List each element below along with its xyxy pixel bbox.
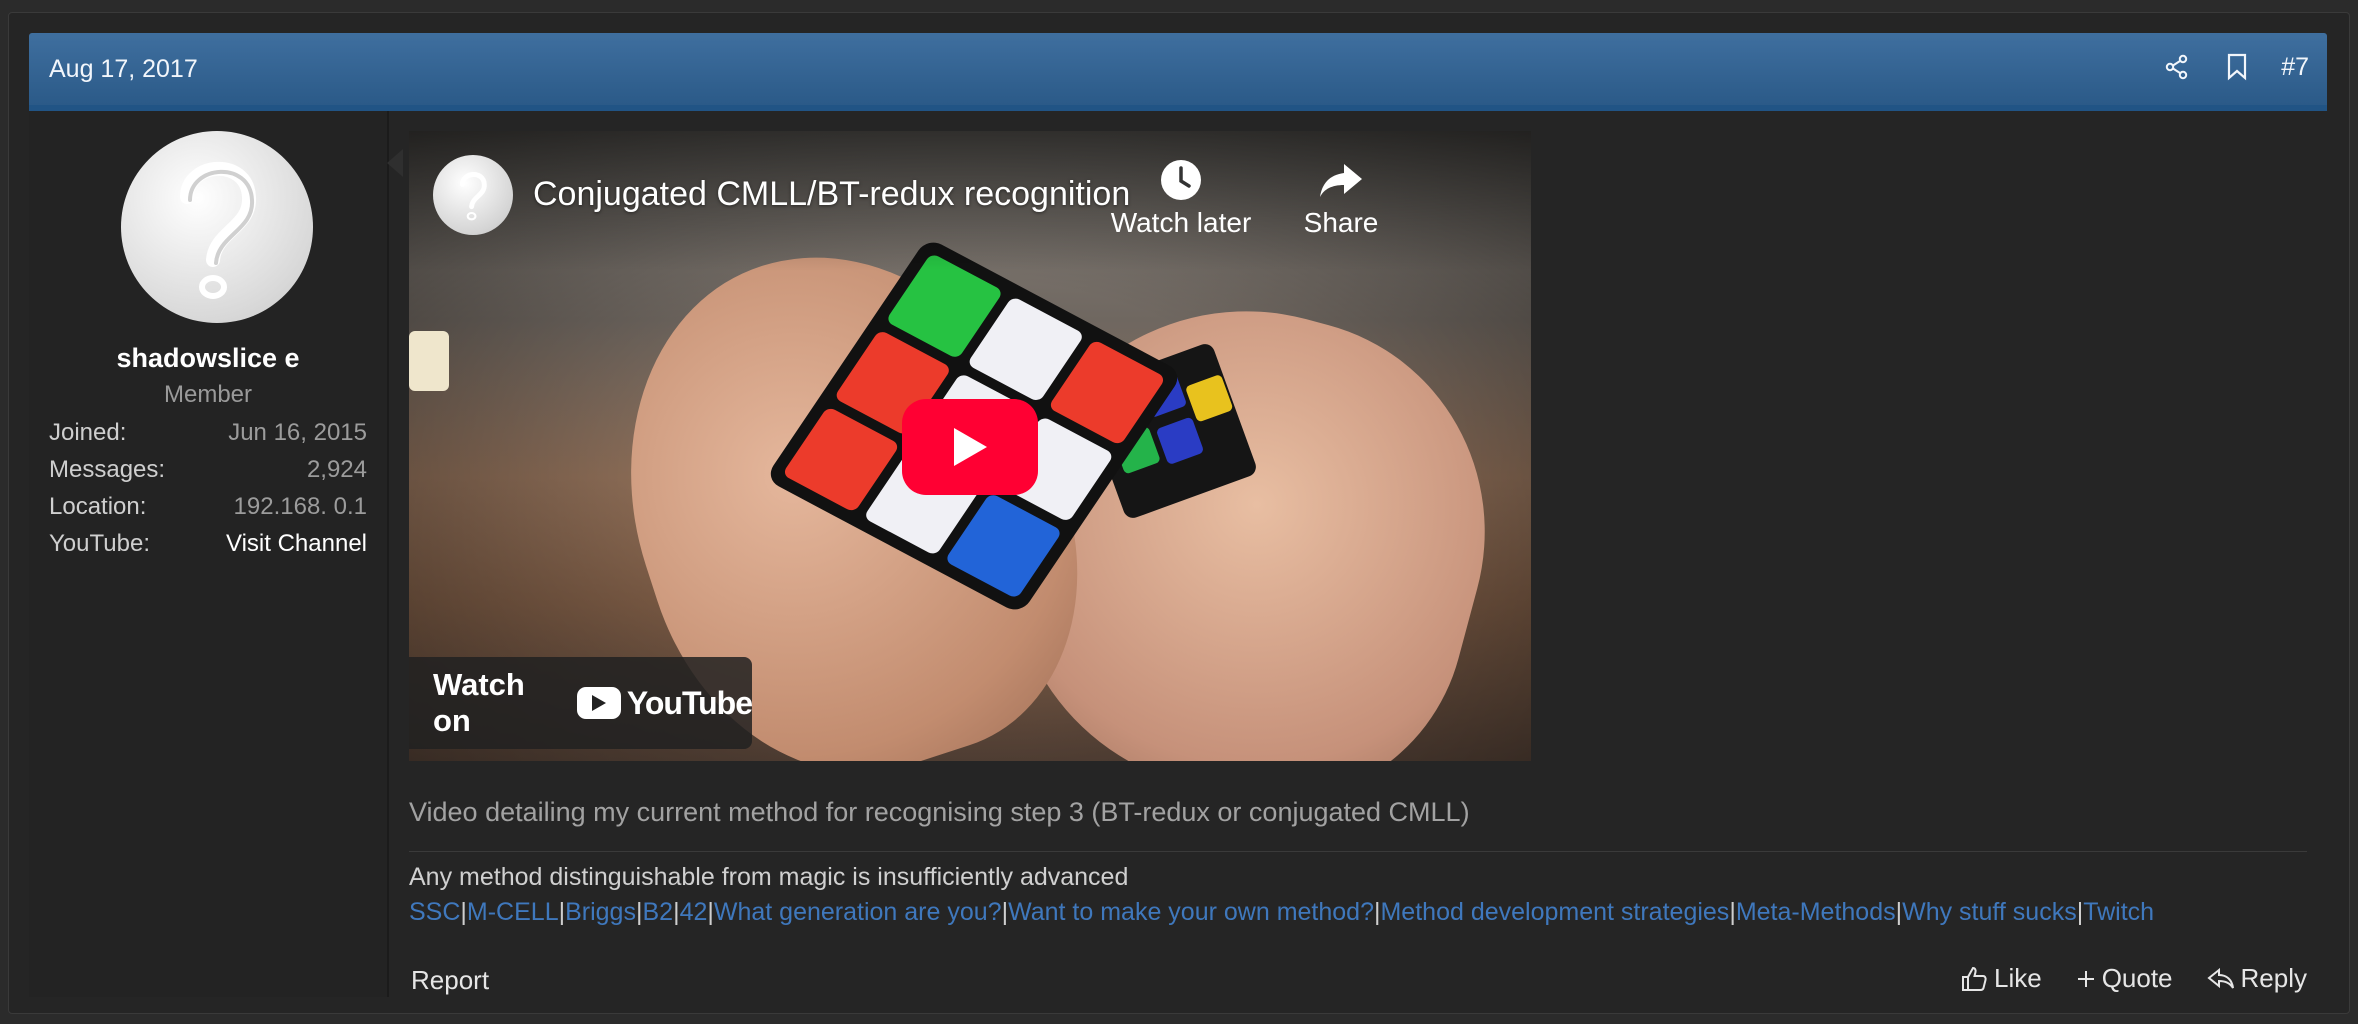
avatar[interactable] — [121, 131, 313, 323]
video-title[interactable]: Conjugated CMLL/BT-redux recognition — [533, 175, 1130, 214]
signature-link[interactable]: Twitch — [2083, 898, 2154, 926]
post-content: Conjugated CMLL/BT-redux recognition Wat… — [409, 111, 2327, 997]
bookmark-icon[interactable] — [2221, 51, 2253, 83]
stat-value: Jun 16, 2015 — [228, 419, 367, 446]
report-link[interactable]: Report — [411, 965, 489, 996]
post-header: Aug 17, 2017 #7 — [29, 33, 2327, 111]
signature-link[interactable]: Why stuff sucks — [1902, 898, 2077, 926]
share-label: Share — [1303, 207, 1379, 238]
youtube-play-icon — [576, 687, 621, 719]
user-info-column: shadowslice e Member Joined: Jun 16, 201… — [29, 111, 389, 997]
share-icon[interactable] — [2161, 51, 2193, 83]
signature-link[interactable]: 42 — [680, 898, 708, 926]
signature-text: Any method distinguishable from magic is… — [409, 863, 1129, 891]
channel-avatar[interactable] — [433, 155, 513, 235]
share-arrow-icon — [1261, 153, 1421, 207]
message-post: Aug 17, 2017 #7 shadowslice e Member Joi… — [29, 33, 2327, 997]
watch-later-label: Watch later — [1110, 207, 1252, 238]
reply-label: Reply — [2240, 963, 2307, 993]
clock-icon — [1101, 153, 1261, 207]
signature-links: SSC|M-CELL|Briggs|B2|42|What generation … — [409, 898, 2154, 927]
post-date[interactable]: Aug 17, 2017 — [49, 55, 198, 84]
watch-later-button[interactable]: Watch later — [1101, 153, 1261, 239]
stat-label: Joined: — [49, 419, 127, 446]
play-button[interactable] — [902, 399, 1038, 495]
share-video-button[interactable]: Share — [1261, 153, 1421, 239]
dice-image — [409, 331, 449, 391]
video-caption: Video detailing my current method for re… — [409, 797, 1470, 827]
signature-link[interactable]: What generation are you? — [714, 898, 1002, 926]
reply-arrow-icon — [2206, 967, 2234, 989]
thumbs-up-icon — [1961, 966, 1987, 991]
header-actions: #7 — [2161, 51, 2309, 83]
like-label: Like — [1993, 963, 2042, 993]
watch-on-youtube-button[interactable]: Watch on YouTube — [409, 657, 753, 749]
signature-link[interactable]: M-CELL — [467, 898, 559, 926]
stat-value[interactable]: 192.168. 0.1 — [234, 493, 367, 530]
user-title: Member — [163, 381, 253, 408]
visit-channel-link[interactable]: Visit Channel — [226, 530, 367, 567]
post-arrow — [387, 149, 403, 177]
reply-button[interactable]: Reply — [2206, 963, 2307, 994]
youtube-wordmark: YouTube — [626, 684, 753, 721]
quote-label: Quote — [2101, 963, 2173, 993]
username[interactable]: shadowslice e — [29, 343, 387, 374]
stat-label: Messages: — [49, 456, 166, 483]
signature-link[interactable]: B2 — [642, 898, 673, 926]
stat-value: 2,924 — [306, 456, 367, 483]
signature-link[interactable]: Meta-Methods — [1736, 898, 1896, 926]
post-frame: Aug 17, 2017 #7 shadowslice e Member Joi… — [8, 12, 2350, 1014]
signature-link[interactable]: SSC — [409, 898, 460, 926]
play-icon — [954, 428, 987, 466]
stat-youtube: YouTube: Visit Channel — [49, 530, 367, 567]
post-actions: Like Quote Reply — [1960, 963, 2307, 994]
signature-link[interactable]: Method development strategies — [1380, 898, 1729, 926]
signature-link[interactable]: Want to make your own method? — [1008, 898, 1374, 926]
stat-location: Location: 192.168. 0.1 — [49, 493, 367, 530]
like-button[interactable]: Like — [1960, 963, 2042, 994]
signature-divider — [409, 851, 2307, 852]
stat-messages: Messages: 2,924 — [49, 456, 367, 493]
watch-on-label: Watch on — [433, 667, 525, 738]
post-number-link[interactable]: #7 — [2281, 53, 2309, 82]
stat-label: Location: — [49, 493, 147, 520]
youtube-logo: YouTube — [576, 684, 753, 722]
signature-link[interactable]: Briggs — [565, 898, 636, 926]
youtube-embed[interactable]: Conjugated CMLL/BT-redux recognition Wat… — [409, 131, 1531, 761]
plus-icon — [2077, 970, 2094, 987]
quote-button[interactable]: Quote — [2076, 963, 2173, 994]
stat-joined: Joined: Jun 16, 2015 — [49, 419, 367, 456]
stat-label: YouTube: — [49, 530, 150, 557]
user-stats: Joined: Jun 16, 2015 Messages: 2,924 Loc… — [49, 419, 367, 567]
